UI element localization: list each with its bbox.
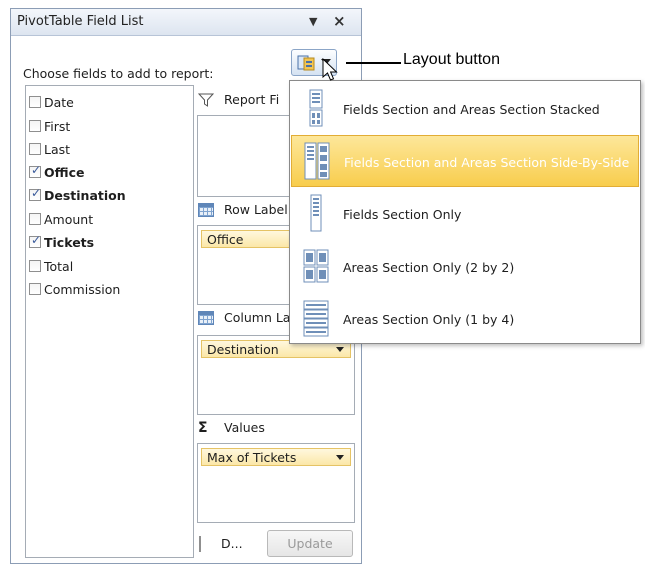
menu-item-areas-2x2[interactable]: Areas Section Only (2 by 2) [291,241,639,293]
field-label: Amount [44,211,94,227]
field-item[interactable]: Amount [29,209,93,229]
field-label: Total [44,258,74,274]
areas-1x4-layout-icon [303,300,329,337]
choose-fields-label: Choose fields to add to report: [23,66,214,81]
pill-label: Destination [207,342,279,357]
field-item[interactable]: Tickets [29,232,94,252]
field-item[interactable]: Last [29,139,70,159]
field-checkbox[interactable] [29,260,41,272]
defer-layout-label: D... [221,536,243,551]
field-label: Destination [44,187,126,203]
field-label: Date [44,94,74,110]
pill-label: Office [207,232,244,247]
values-header: Σ Values [198,420,265,435]
menu-item-fields-only[interactable]: Fields Section Only [291,188,639,240]
field-checkbox[interactable] [29,96,41,108]
mouse-pointer-icon [322,58,338,81]
field-label: Office [44,164,85,180]
stacked-layout-icon [309,89,323,127]
field-checkbox[interactable] [29,163,41,178]
report-filter-label: Report Fi [224,92,280,107]
menu-item-label: Areas Section Only (1 by 4) [343,312,515,327]
callout-label: Layout button [403,51,500,68]
close-icon[interactable]: × [333,12,346,30]
chevron-down-icon[interactable] [336,347,344,352]
values-label: Values [224,420,265,435]
update-button[interactable]: Update [267,530,353,557]
values-box[interactable]: Max of Tickets [197,443,355,523]
column-labels-icon [198,310,214,325]
chevron-down-icon[interactable] [336,455,344,460]
field-checkbox[interactable] [29,213,41,225]
field-item[interactable]: Office [29,162,84,182]
menu-item-label: Fields Section and Areas Section Stacked [343,102,600,117]
row-labels-icon [198,202,214,217]
column-labels-header: Column La [198,310,290,325]
field-item[interactable]: Total [29,256,73,276]
field-label: Last [44,141,71,157]
menu-item-label: Areas Section Only (2 by 2) [343,260,515,275]
field-item[interactable]: Date [29,92,74,112]
menu-item-label: Fields Section and Areas Section Side-By… [344,155,630,170]
field-label: Tickets [44,234,95,250]
field-checkbox[interactable] [29,120,41,132]
field-checkbox[interactable] [29,186,41,201]
row-labels-label: Row Label [224,202,288,217]
defer-layout-checkbox[interactable] [199,536,201,552]
menu-item-side-by-side[interactable]: Fields Section and Areas Section Side-By… [291,135,639,187]
field-checkbox[interactable] [29,283,41,295]
field-checkbox[interactable] [29,233,41,248]
field-checkbox[interactable] [29,143,41,155]
layout-icon [297,55,315,71]
pane-menu-arrow-icon[interactable]: ▼ [309,15,317,28]
menu-item-label: Fields Section Only [343,207,462,222]
layout-dropdown-menu: Fields Section and Areas Section Stacked… [289,80,641,344]
fields-only-layout-icon [310,194,322,232]
menu-item-stacked[interactable]: Fields Section and Areas Section Stacked [291,83,639,135]
row-labels-header: Row Label [198,202,288,217]
column-labels-box[interactable]: Destination [197,335,355,415]
field-label: Commission [44,281,121,297]
filter-icon [198,93,214,107]
pane-title-bar: PivotTable Field List ▼ × [11,9,361,36]
side-by-side-layout-icon [304,142,330,180]
column-labels-label: Column La [224,310,291,325]
callout-line [346,62,401,64]
field-item[interactable]: Destination [29,185,126,205]
field-item[interactable]: First [29,116,70,136]
pane-title: PivotTable Field List [17,14,144,29]
sigma-icon: Σ [198,419,208,436]
values-field-pill[interactable]: Max of Tickets [201,448,351,466]
report-filter-header: Report Fi [198,92,279,107]
field-item[interactable]: Commission [29,279,120,299]
menu-item-areas-1x4[interactable]: Areas Section Only (1 by 4) [291,293,639,345]
field-list: Date First Last Office Destination Amoun… [25,85,194,558]
field-label: First [44,118,71,134]
areas-2x2-layout-icon [303,249,329,283]
pill-label: Max of Tickets [207,450,297,465]
